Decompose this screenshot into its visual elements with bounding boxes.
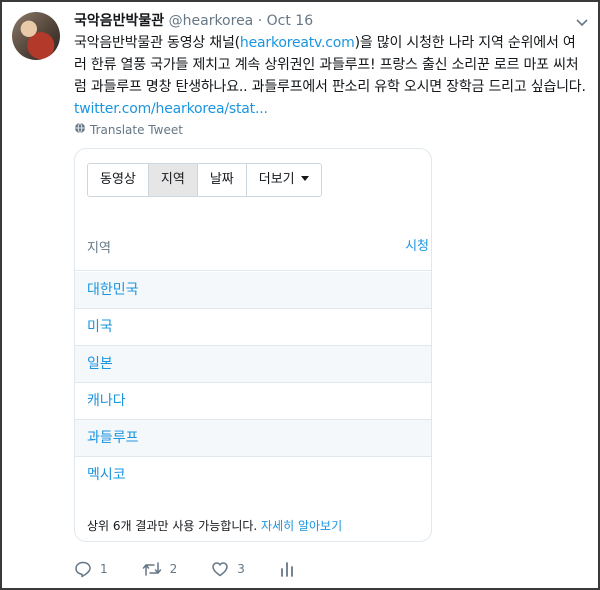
dropdown-arrow-icon xyxy=(300,176,309,181)
analytics-button[interactable] xyxy=(279,560,295,578)
heart-icon xyxy=(211,560,229,578)
tweet-actions: 1 2 3 xyxy=(74,560,329,578)
tab-videos[interactable]: 동영상 xyxy=(88,164,149,196)
user-handle[interactable]: @hearkorea xyxy=(169,13,254,29)
chevron-down-icon[interactable] xyxy=(574,14,590,27)
tab-more[interactable]: 더보기 xyxy=(246,164,321,196)
separator-dot: · xyxy=(257,13,263,29)
reply-icon xyxy=(74,560,92,578)
analytics-card: 동영상 지역 날짜 더보기 지역 시청 대한민국 미국 일본 캐나다 과들루프 … xyxy=(74,148,432,542)
column-region: 지역 xyxy=(87,241,111,256)
analytics-icon xyxy=(279,560,295,578)
translate-label: Translate Tweet xyxy=(90,122,183,137)
tweet-text-part: 국악음반박물관 동영상 채널( xyxy=(74,35,240,51)
channel-link[interactable]: hearkoreatv.com xyxy=(240,35,355,51)
table-row[interactable]: 일본 xyxy=(75,346,431,383)
tab-group: 동영상 지역 날짜 더보기 xyxy=(87,163,322,197)
tweet-date[interactable]: Oct 16 xyxy=(267,13,313,29)
retweet-count: 2 xyxy=(169,562,178,576)
display-name[interactable]: 국악음반박물관 xyxy=(74,13,164,29)
globe-icon xyxy=(74,122,86,137)
reply-count: 1 xyxy=(100,562,108,576)
retweet-button[interactable]: 2 xyxy=(142,560,178,578)
table-row[interactable]: 과들루프 xyxy=(75,420,431,457)
tweet-text: 국악음반박물관 동영상 채널(hearkoreatv.com)을 많이 시청한 … xyxy=(74,32,586,120)
learn-more-link[interactable]: 자세히 알아보기 xyxy=(261,519,342,533)
translate-tweet[interactable]: Translate Tweet xyxy=(74,122,183,137)
reply-button[interactable]: 1 xyxy=(74,560,108,578)
table-row[interactable]: 멕시코 xyxy=(75,457,431,494)
tweet-header: 국악음반박물관 @hearkorea · Oct 16 xyxy=(74,12,313,30)
footer-note: 상위 6개 결과만 사용 가능합니다. 자세히 알아보기 xyxy=(87,517,342,534)
status-link[interactable]: twitter.com/hearkorea/stat... xyxy=(74,101,268,117)
like-count: 3 xyxy=(237,562,245,576)
tab-more-label: 더보기 xyxy=(258,172,295,187)
tweet-container: 국악음반박물관 @hearkorea · Oct 16 국악음반박물관 동영상 … xyxy=(0,0,600,590)
avatar[interactable] xyxy=(12,12,60,60)
column-views[interactable]: 시청 xyxy=(405,235,429,254)
table-header: 지역 시청 xyxy=(75,219,431,271)
table-row[interactable]: 미국 xyxy=(75,309,431,346)
tab-region[interactable]: 지역 xyxy=(148,164,198,196)
tab-date[interactable]: 날짜 xyxy=(197,164,247,196)
table-row[interactable]: 대한민국 xyxy=(75,272,431,309)
retweet-icon xyxy=(142,560,162,578)
region-list: 대한민국 미국 일본 캐나다 과들루프 멕시코 xyxy=(75,272,431,494)
like-button[interactable]: 3 xyxy=(211,560,245,578)
table-row[interactable]: 캐나다 xyxy=(75,383,431,420)
footer-text: 상위 6개 결과만 사용 가능합니다. xyxy=(87,519,262,533)
